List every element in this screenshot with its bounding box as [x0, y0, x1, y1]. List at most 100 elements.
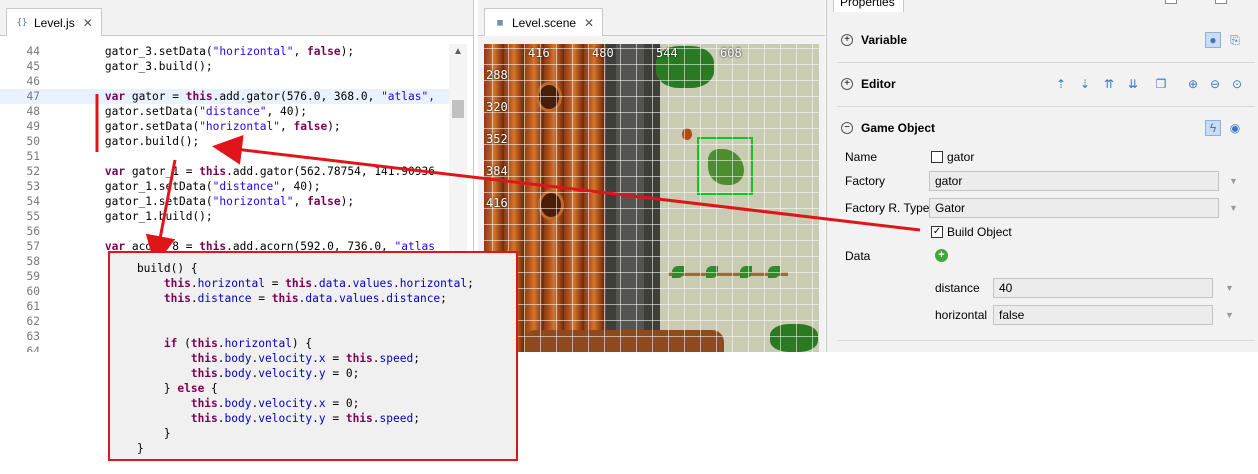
lock-add-icon[interactable]: ⊕ — [1185, 76, 1201, 92]
section-variable[interactable]: + Variable — [841, 30, 907, 50]
maximize-icon[interactable] — [1215, 0, 1227, 4]
tab-properties[interactable]: Properties — [833, 0, 904, 12]
scrollbar-thumb[interactable] — [452, 100, 464, 118]
data-label: Data — [845, 249, 871, 263]
popup-code-line: if (this.horizontal) { — [110, 336, 312, 351]
section-divider — [837, 106, 1255, 107]
line-number: 58 — [26, 255, 40, 268]
code-line[interactable]: 44 gator_3.setData("horizontal", false); — [0, 44, 449, 59]
code-line[interactable]: 49 gator.setData("horizontal", false); — [0, 119, 449, 134]
add-icon[interactable]: + — [935, 249, 948, 262]
code-token: var — [51, 165, 126, 178]
popup-code-line: build() { — [110, 261, 198, 276]
line-number: 61 — [26, 300, 40, 313]
lock-remove-icon[interactable]: ⊖ — [1207, 76, 1223, 92]
tab-level-js[interactable]: {} Level.js ✕ — [6, 8, 102, 36]
code-line[interactable]: 56 — [0, 224, 449, 239]
js-file-icon: {} — [16, 17, 28, 28]
chevron-down-icon[interactable]: ▼ — [1225, 305, 1234, 325]
lock-go-icon[interactable]: ⊙ — [1229, 76, 1245, 92]
code-token: , — [280, 120, 294, 133]
scene-canvas[interactable]: 416 480 544 608 288 320 352 384 416 — [484, 44, 819, 352]
expand-icon[interactable]: + — [841, 34, 853, 46]
code-text: gator_1.build(); — [51, 209, 213, 224]
factory-type-label: Factory R. Type — [845, 201, 930, 215]
build-object-label: Build Object — [947, 225, 1012, 239]
code-text: var gator = this.add.gator(576.0, 368.0,… — [51, 89, 435, 104]
line-number: 62 — [26, 315, 40, 328]
prefab-icon[interactable]: ● — [1205, 32, 1221, 48]
scene-tabbar: ▦ Level.scene ✕ — [478, 0, 825, 36]
close-icon[interactable]: ✕ — [584, 16, 594, 30]
chevron-down-icon[interactable]: ▼ — [1229, 171, 1238, 191]
code-token: values — [339, 292, 380, 305]
code-token: "horizontal" — [199, 120, 281, 133]
code-text: gator.build(); — [51, 134, 199, 149]
tab-label: Properties — [840, 0, 895, 9]
factory-field[interactable]: gator — [929, 171, 1219, 191]
code-token: body — [224, 412, 252, 425]
name-value: gator — [947, 150, 975, 164]
move-bottom-icon[interactable]: ⇊ — [1125, 76, 1141, 92]
code-token: = — [264, 277, 286, 290]
line-number: 47 — [26, 90, 40, 103]
code-token: this — [190, 337, 218, 350]
code-token: gator_1.setData( — [51, 180, 213, 193]
code-token: false — [306, 195, 341, 208]
code-token: distance — [386, 292, 441, 305]
code-line[interactable]: 55 gator_1.build(); — [0, 209, 449, 224]
code-token: this — [345, 412, 373, 425]
factory-type-field[interactable]: Gator — [929, 198, 1219, 218]
eye-icon[interactable]: ◉ — [1227, 120, 1243, 136]
line-number: 48 — [26, 105, 40, 118]
build-method-code-popup: build() { this.horizontal = this.data.va… — [108, 251, 518, 461]
code-line[interactable]: 52 var gator_1 = this.add.gator(562.7875… — [0, 164, 449, 179]
editor-tabbar: {} Level.js ✕ — [0, 0, 473, 36]
code-line[interactable]: 48 gator.setData("distance", 40); — [0, 104, 449, 119]
line-number: 52 — [26, 165, 40, 178]
code-token: .add.gator(562.78754, 141.90936 — [226, 165, 435, 178]
code-line[interactable]: 47 var gator = this.add.gator(576.0, 368… — [0, 89, 449, 104]
collapse-icon[interactable]: − — [841, 122, 853, 134]
factory-label: Factory — [845, 174, 886, 188]
code-line[interactable]: 53 gator_1.setData("distance", 40); — [0, 179, 449, 194]
code-token: y — [318, 367, 326, 380]
expand-icon[interactable]: + — [841, 78, 853, 90]
line-number: 53 — [26, 180, 40, 193]
close-icon[interactable]: ✕ — [83, 16, 93, 30]
code-token: . — [372, 352, 380, 365]
scroll-up-icon[interactable]: ▲ — [453, 46, 463, 57]
code-token: . — [217, 352, 225, 365]
code-token: . — [312, 412, 319, 425]
code-token: ; — [413, 352, 420, 365]
code-line[interactable]: 54 gator_1.setData("horizontal", false); — [0, 194, 449, 209]
group-icon[interactable]: ❐ — [1153, 76, 1169, 92]
move-up-icon[interactable]: ⇡ — [1053, 76, 1069, 92]
move-top-icon[interactable]: ⇈ — [1101, 76, 1117, 92]
section-editor[interactable]: + Editor — [841, 74, 896, 94]
code-token: this — [185, 90, 213, 103]
build-object-checkbox[interactable]: ✓ — [931, 226, 943, 238]
code-line[interactable]: 51 — [0, 149, 449, 164]
code-token: distance — [197, 292, 252, 305]
name-field-checkbox[interactable] — [931, 151, 943, 163]
code-token: data — [305, 292, 333, 305]
minimize-icon[interactable] — [1165, 0, 1177, 4]
horizontal-field[interactable]: false — [993, 305, 1213, 325]
lightning-icon[interactable]: ϟ — [1205, 120, 1221, 136]
ruler-y-label: 384 — [486, 164, 508, 178]
chevron-down-icon[interactable]: ▼ — [1225, 278, 1234, 298]
move-down-icon[interactable]: ⇣ — [1077, 76, 1093, 92]
popup-code-line: this.body.velocity.x = 0; — [110, 396, 359, 411]
find-usages-icon[interactable]: ⎘ — [1227, 32, 1243, 48]
distance-field[interactable]: 40 — [993, 278, 1213, 298]
code-token: this — [345, 352, 373, 365]
tab-level-scene[interactable]: ▦ Level.scene ✕ — [484, 8, 604, 36]
code-line[interactable]: 50 gator.build(); — [0, 134, 449, 149]
code-line[interactable]: 45 gator_3.build(); — [0, 59, 449, 74]
chevron-down-icon[interactable]: ▼ — [1229, 198, 1238, 218]
code-token: , 40); — [280, 180, 321, 193]
section-game-object[interactable]: − Game Object — [841, 118, 935, 138]
code-line[interactable]: 46 — [0, 74, 449, 89]
